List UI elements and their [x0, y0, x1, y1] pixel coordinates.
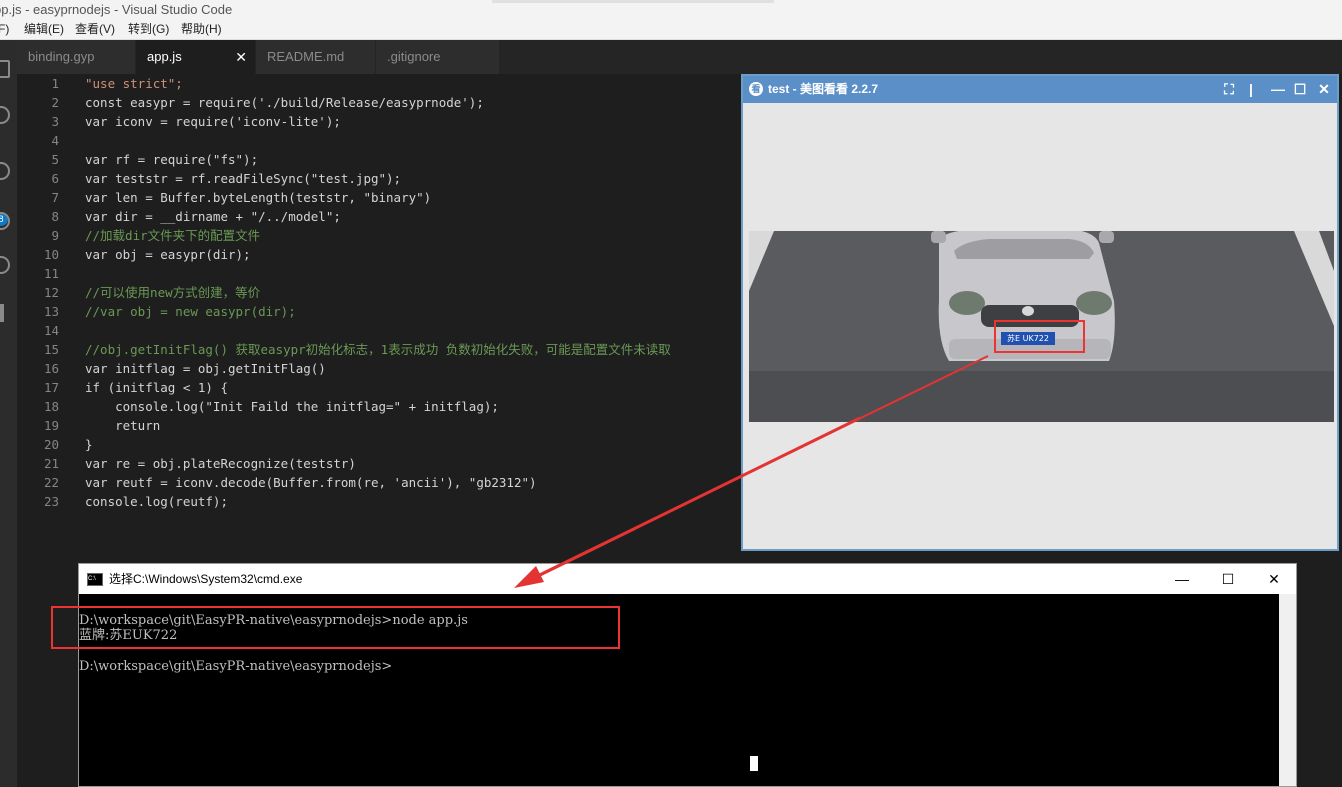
line-number: 9	[51, 228, 59, 243]
code-line: "use strict";	[85, 76, 183, 91]
cmd-title: 选择C:\Windows\System32\cmd.exe	[109, 572, 303, 586]
line-number: 20	[43, 437, 59, 452]
viewer-title: test - 美图看看 2.2.7	[768, 82, 879, 96]
line-number: 5	[51, 152, 59, 167]
minimize-button[interactable]: —	[1267, 76, 1289, 103]
fullscreen-icon[interactable]: ⛶	[1218, 76, 1240, 103]
tab-binding-gyp[interactable]: binding.gyp	[17, 40, 136, 74]
titlebar-overlay	[492, 0, 774, 3]
cmd-titlebar[interactable]: C:\ 选择C:\Windows\System32\cmd.exe — ☐ ✕	[79, 564, 1296, 594]
cmd-scrollbar[interactable]	[1279, 594, 1296, 786]
line-number: 17	[43, 380, 59, 395]
line-number: 14	[43, 323, 59, 338]
titlebar-separator: |	[1249, 81, 1253, 97]
image-viewer-window: 看 test - 美图看看 2.2.7 ⛶ | — ☐ ✕ 苏E UK722	[741, 74, 1339, 551]
code-line: console.log("Init Faild the initflag=" +…	[85, 399, 499, 414]
maximize-button[interactable]: ☐	[1289, 76, 1311, 103]
code-comment-line: //var obj = new easypr(dir);	[85, 304, 296, 319]
viewer-logo-icon: 看	[749, 82, 763, 96]
menu-goto[interactable]: 转到(G)	[128, 19, 169, 40]
code-line: var dir = __dirname + "/../model";	[85, 209, 341, 224]
code-comment-line: //obj.getInitFlag() 获取easypr初始化标志，1表示成功 …	[85, 342, 671, 357]
tab-label: README.md	[267, 49, 345, 64]
code-line: var re = obj.plateRecognize(teststr)	[85, 456, 356, 471]
line-number: 15	[43, 342, 59, 357]
minimize-button[interactable]: —	[1159, 564, 1205, 594]
window-title: pp.js - easyprnodejs - Visual Studio Cod…	[0, 2, 233, 17]
code-line: if (initflag < 1) {	[85, 380, 228, 395]
code-line: var teststr = rf.readFileSync("test.jpg"…	[85, 171, 402, 186]
cmd-prompt-line: D:\workspace\git\EasyPR-native\easyprnod…	[79, 659, 393, 674]
line-number: 18	[43, 399, 59, 414]
viewer-titlebar[interactable]: 看 test - 美图看看 2.2.7 ⛶ | — ☐ ✕	[743, 76, 1337, 103]
editor-tabs: binding.gyp app.js ✕ README.md .gitignor…	[17, 40, 1342, 74]
close-button[interactable]: ✕	[1251, 564, 1297, 594]
close-button[interactable]: ✕	[1313, 76, 1335, 103]
line-number: 16	[43, 361, 59, 376]
code-comment-line: //加载dir文件夹下的配置文件	[85, 228, 261, 243]
tab-label: binding.gyp	[28, 49, 95, 64]
line-number: 22	[43, 475, 59, 490]
maximize-button[interactable]: ☐	[1205, 564, 1251, 594]
menu-help[interactable]: 帮助(H)	[181, 19, 222, 40]
line-number: 4	[51, 133, 59, 148]
code-line: var rf = require("fs");	[85, 152, 259, 167]
line-number: 12	[43, 285, 59, 300]
line-number: 11	[43, 266, 59, 281]
code-line: var initflag = obj.getInitFlag()	[85, 361, 326, 376]
menubar: F) 编辑(E) 查看(V) 转到(G) 帮助(H)	[0, 19, 1342, 40]
line-number: 2	[51, 95, 59, 110]
line-number: 23	[43, 494, 59, 509]
line-number: 10	[43, 247, 59, 262]
code-line: var reutf = iconv.decode(Buffer.from(re,…	[85, 475, 537, 490]
vscode-titlebar: pp.js - easyprnodejs - Visual Studio Cod…	[0, 0, 1342, 19]
tab-app-js[interactable]: app.js ✕	[136, 40, 256, 74]
line-number: 13	[43, 304, 59, 319]
source-control-icon[interactable]	[0, 162, 10, 180]
debug-icon[interactable]	[0, 212, 10, 230]
activity-bar: 8	[0, 40, 17, 787]
code-line: const easypr = require('./build/Release/…	[85, 95, 484, 110]
search-icon[interactable]	[0, 106, 10, 124]
code-line: var len = Buffer.byteLength(teststr, "bi…	[85, 190, 432, 205]
extensions-square-icon[interactable]	[0, 304, 4, 322]
code-line: console.log(reutf);	[85, 494, 228, 509]
menu-file[interactable]: F)	[0, 19, 9, 40]
license-plate: 苏E UK722	[1001, 332, 1055, 345]
tab-gitignore[interactable]: .gitignore	[376, 40, 500, 74]
line-number: 8	[51, 209, 59, 224]
code-line: return	[85, 418, 161, 433]
line-number: 19	[43, 418, 59, 433]
text-cursor	[750, 756, 758, 771]
line-number: 3	[51, 114, 59, 129]
tab-readme-md[interactable]: README.md	[256, 40, 376, 74]
tab-label: app.js	[147, 49, 182, 64]
line-number: 1	[51, 76, 59, 91]
menu-edit[interactable]: 编辑(E)	[24, 19, 64, 40]
menu-view[interactable]: 查看(V)	[75, 19, 115, 40]
line-number: 7	[51, 190, 59, 205]
cmd-icon: C:\	[87, 573, 103, 586]
cmd-window: C:\ 选择C:\Windows\System32\cmd.exe — ☐ ✕ …	[78, 563, 1297, 787]
line-number: 6	[51, 171, 59, 186]
code-line: var iconv = require('iconv-lite');	[85, 114, 341, 129]
code-comment-line: //可以使用new方式创建，等价	[85, 285, 261, 300]
code-line: }	[85, 437, 93, 452]
cmd-highlight-box	[51, 606, 620, 649]
line-number: 21	[43, 456, 59, 471]
tab-label: .gitignore	[387, 49, 441, 64]
extensions-icon[interactable]	[0, 256, 10, 274]
explorer-icon[interactable]	[0, 60, 10, 78]
close-icon[interactable]: ✕	[235, 40, 247, 74]
code-line: var obj = easypr(dir);	[85, 247, 251, 262]
